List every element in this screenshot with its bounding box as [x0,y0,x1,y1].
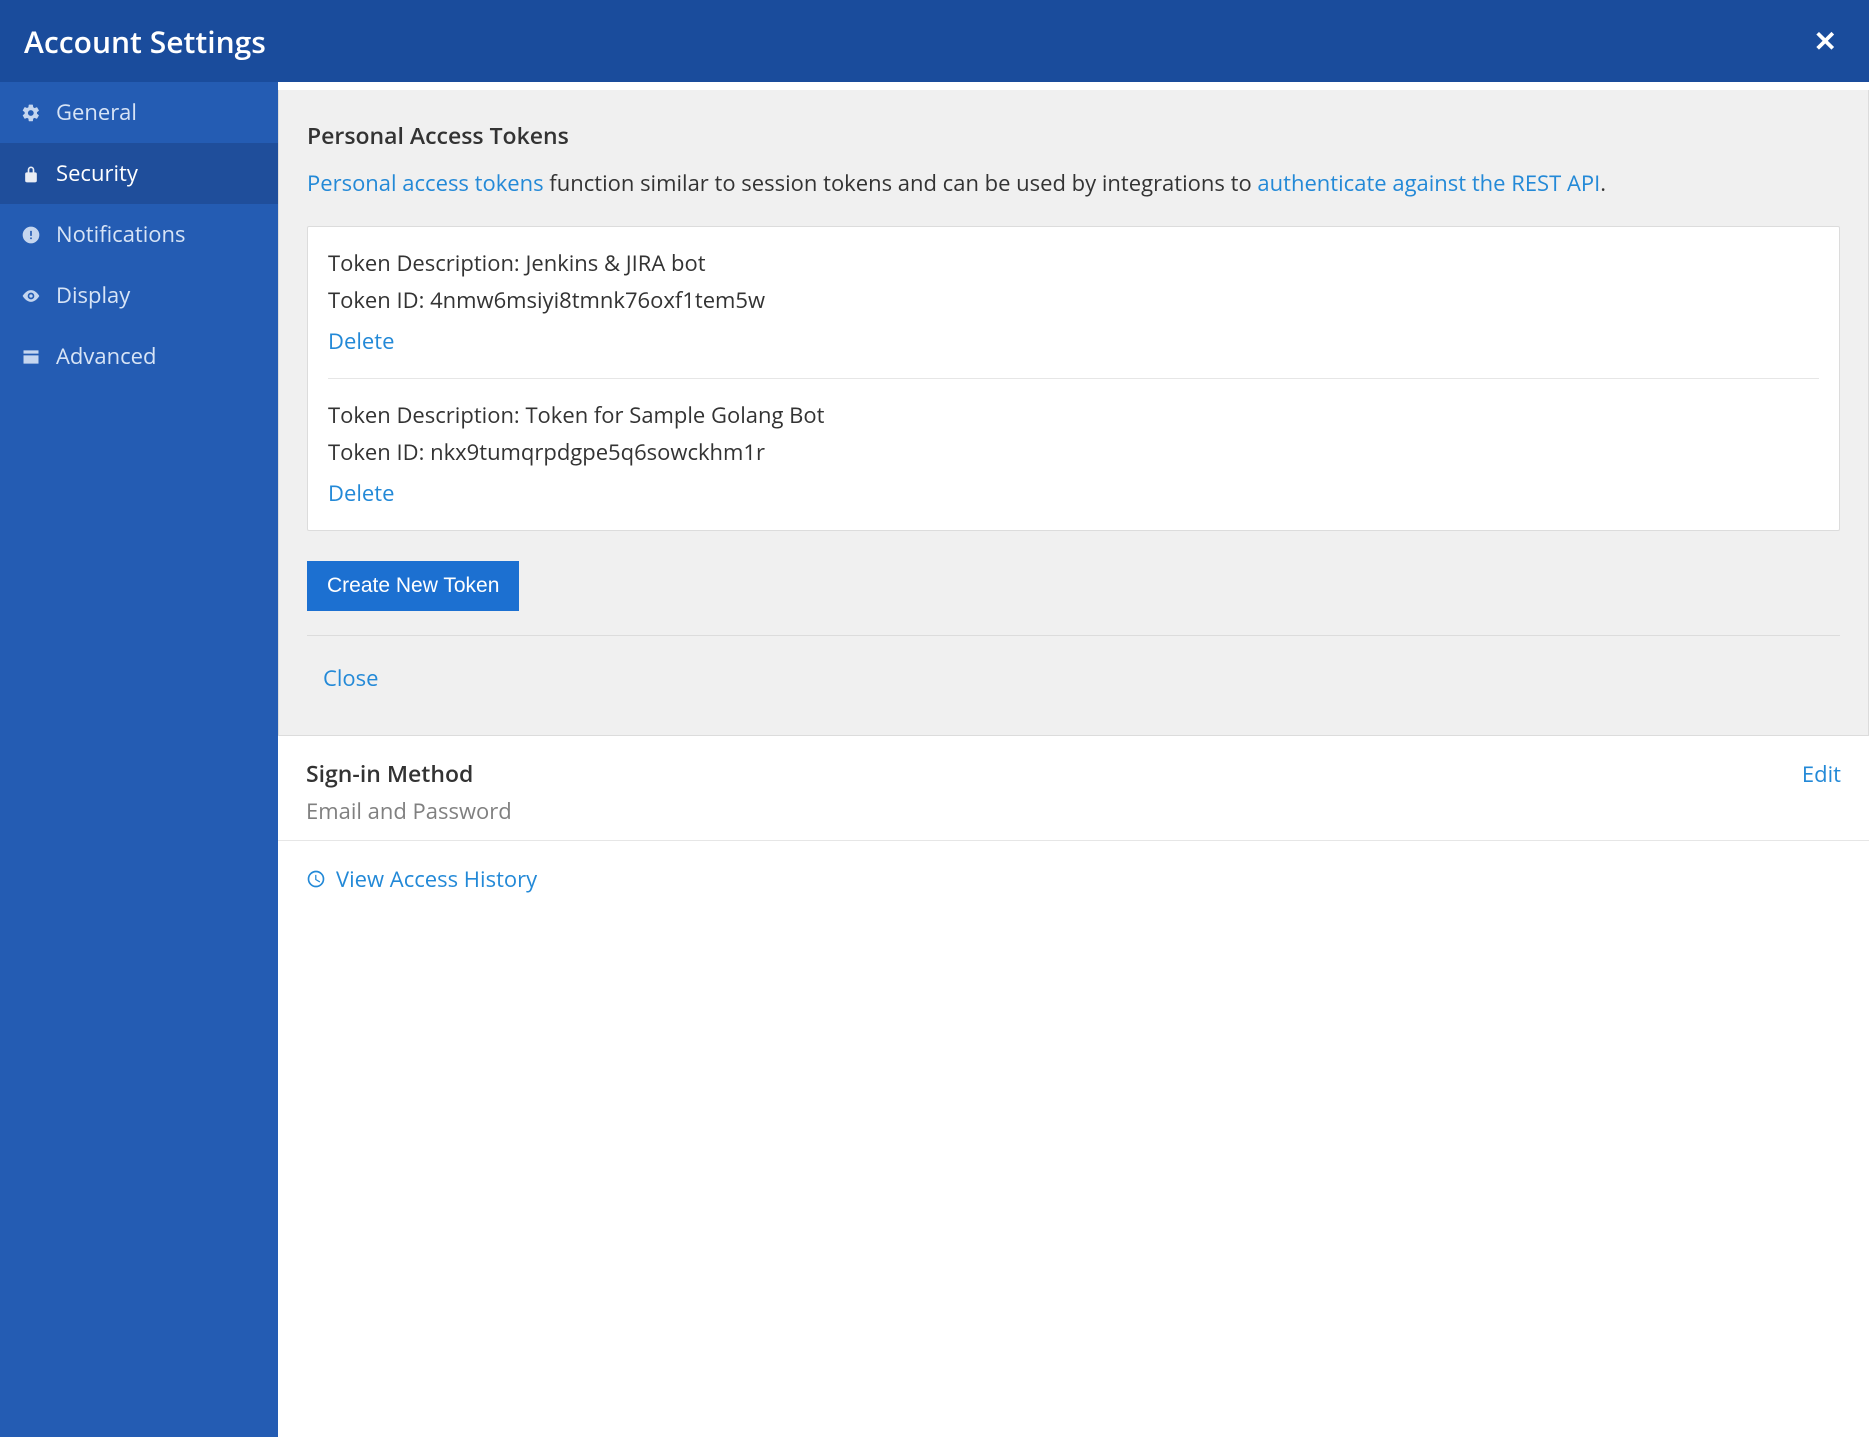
personal-access-tokens-link[interactable]: Personal access tokens [307,168,544,198]
rest-api-auth-link[interactable]: authenticate against the REST API [1257,168,1600,198]
modal-body: General Security Notifications Display A… [0,82,1869,1437]
token-description: Token Description: Jenkins & JIRA bot [328,247,1819,280]
sidebar: General Security Notifications Display A… [0,82,278,1437]
token-id-value: nkx9tumqrpdgpe5q6sowckhm1r [430,437,765,467]
modal-header: Account Settings ✕ [0,0,1869,82]
lock-icon [20,163,42,185]
tokens-description: Personal access tokens function similar … [307,167,1840,200]
token-desc-label: Token Description: [328,248,525,278]
sidebar-item-display[interactable]: Display [0,265,278,326]
page-title: Account Settings [24,19,266,64]
token-id-value: 4nmw6msiyi8tmnk76oxf1tem5w [430,285,765,315]
sidebar-item-notifications[interactable]: Notifications [0,204,278,265]
sidebar-item-label: General [56,96,137,129]
delete-token-link[interactable]: Delete [328,325,394,358]
token-description: Token Description: Token for Sample Gola… [328,399,1819,432]
create-new-token-button[interactable]: Create New Token [307,561,519,611]
sidebar-item-general[interactable]: General [0,82,278,143]
tokens-desc-tail: . [1600,168,1606,198]
main-content: Personal Access Tokens Personal access t… [278,82,1869,1437]
close-tokens-link[interactable]: Close [323,663,378,693]
layout-icon [20,346,42,368]
signin-edit-link[interactable]: Edit [1802,758,1841,791]
sidebar-item-label: Notifications [56,218,186,251]
delete-token-link[interactable]: Delete [328,477,394,510]
token-desc-value: Token for Sample Golang Bot [525,400,824,430]
token-desc-value: Jenkins & JIRA bot [525,248,705,278]
token-id: Token ID: 4nmw6msiyi8tmnk76oxf1tem5w [328,284,1819,317]
exclamation-circle-icon [20,224,42,246]
signin-title: Sign-in Method [306,756,473,791]
view-access-history-link[interactable]: View Access History [278,841,1869,934]
tokens-section-title: Personal Access Tokens [307,118,1840,153]
sidebar-item-advanced[interactable]: Advanced [0,326,278,387]
token-desc-label: Token Description: [328,400,525,430]
access-history-label: View Access History [336,863,537,896]
sidebar-item-label: Display [56,279,130,312]
sidebar-item-label: Advanced [56,340,156,373]
signin-value: Email and Password [306,795,1841,828]
token-list: Token Description: Jenkins & JIRA bot To… [307,226,1840,531]
token-row: Token Description: Token for Sample Gola… [328,379,1819,530]
signin-section: Sign-in Method Edit Email and Password [278,736,1869,841]
token-id-label: Token ID: [328,437,430,467]
clock-icon [306,869,326,889]
token-row: Token Description: Jenkins & JIRA bot To… [328,227,1819,379]
tokens-panel: Personal Access Tokens Personal access t… [278,90,1869,736]
token-id-label: Token ID: [328,285,430,315]
sidebar-item-security[interactable]: Security [0,143,278,204]
token-id: Token ID: nkx9tumqrpdgpe5q6sowckhm1r [328,436,1819,469]
tokens-desc-text-1: function similar to session tokens and c… [544,168,1258,198]
eye-icon [20,285,42,307]
close-icon[interactable]: ✕ [1806,19,1845,63]
sidebar-item-label: Security [56,157,138,190]
gear-icon [20,102,42,124]
